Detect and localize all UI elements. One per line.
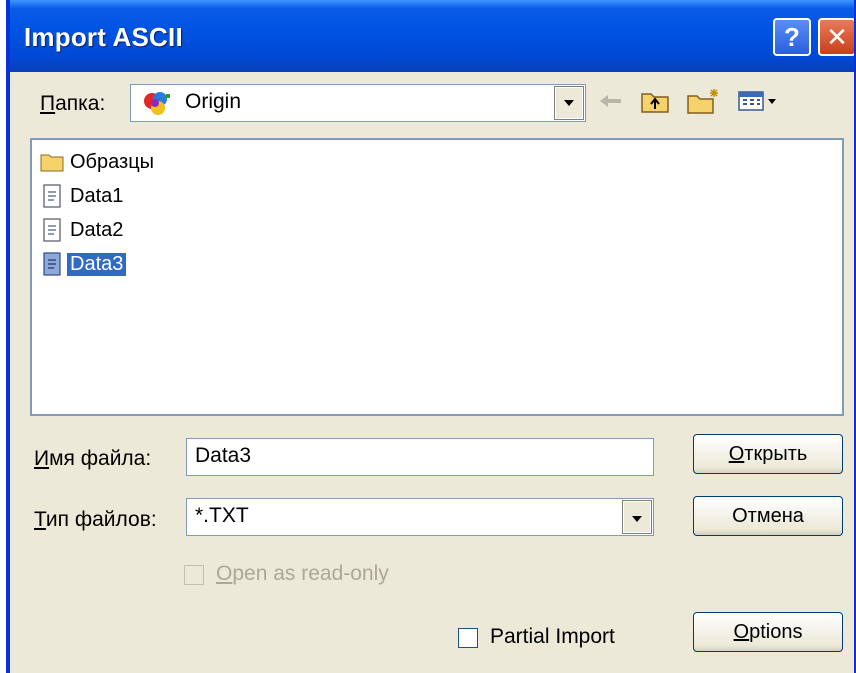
filetype-label: Тип файлов: — [34, 508, 157, 531]
new-folder-icon — [686, 87, 722, 120]
list-item-selected[interactable]: Data3 — [40, 250, 128, 278]
cancel-button[interactable]: Отмена — [693, 496, 843, 536]
list-item-label: Data1 — [70, 184, 124, 207]
back-arrow-icon — [599, 93, 623, 114]
partial-import-label: Partial Import — [490, 625, 615, 648]
document-icon — [40, 217, 64, 243]
readonly-checkbox[interactable] — [184, 565, 204, 585]
list-item-label: Образцы — [70, 150, 155, 173]
view-menu-icon — [737, 89, 781, 118]
filetype-value: *.TXT — [195, 504, 249, 527]
help-icon: ? — [784, 21, 800, 52]
folder-icon — [40, 149, 64, 175]
up-folder-icon — [640, 88, 670, 119]
document-icon — [40, 251, 64, 277]
close-icon: ✕ — [826, 21, 848, 52]
open-button[interactable]: Открыть — [693, 434, 843, 474]
close-button[interactable]: ✕ — [818, 18, 854, 56]
options-button[interactable]: Options — [693, 612, 843, 652]
up-folder-button[interactable] — [638, 88, 672, 118]
filetype-combobox[interactable]: *.TXT — [186, 498, 654, 536]
back-button[interactable] — [596, 88, 626, 118]
chevron-down-icon — [563, 94, 575, 112]
look-in-combobox[interactable]: Origin — [130, 84, 586, 122]
list-item-label: Data2 — [70, 218, 124, 241]
list-item[interactable]: Образцы — [40, 148, 157, 176]
origin-app-icon — [141, 88, 173, 123]
readonly-label: Open as read-only — [216, 562, 389, 585]
look-in-value: Origin — [185, 90, 242, 113]
list-item[interactable]: Data1 — [40, 182, 126, 210]
filename-input[interactable]: Data3 — [186, 438, 654, 476]
file-list[interactable]: Образцы Data1 Data2 Data3 — [30, 138, 844, 416]
list-item[interactable]: Data2 — [40, 216, 126, 244]
filetype-dropdown-button[interactable] — [622, 500, 652, 534]
new-folder-button[interactable] — [684, 88, 724, 118]
partial-import-checkbox[interactable] — [458, 628, 478, 648]
window-title: Import ASCII — [24, 22, 183, 52]
view-menu-button[interactable] — [734, 88, 784, 118]
chevron-down-icon — [631, 505, 643, 529]
help-button[interactable]: ? — [773, 18, 811, 56]
list-item-label: Data3 — [65, 251, 128, 277]
import-ascii-dialog: Import ASCII ? ✕ Папка: Origin Образцы D… — [6, 0, 856, 673]
look-in-dropdown-button[interactable] — [554, 86, 584, 120]
title-bar[interactable]: Import ASCII ? ✕ — [10, 0, 854, 72]
document-icon — [40, 183, 64, 209]
look-in-label: Папка: — [40, 92, 106, 115]
filename-label: Имя файла: — [34, 447, 152, 470]
